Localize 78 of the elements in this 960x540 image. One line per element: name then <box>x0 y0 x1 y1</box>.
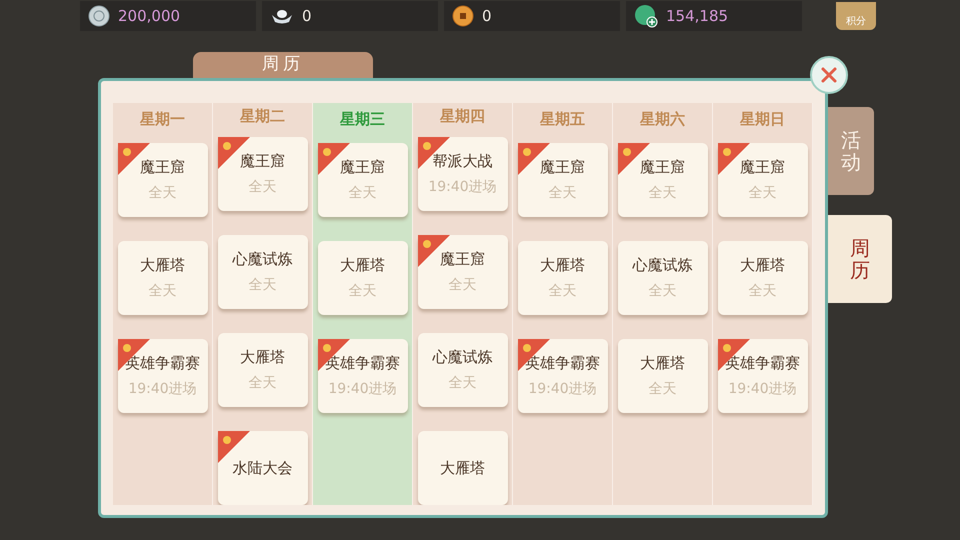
event-name: 大雁塔 <box>440 458 485 479</box>
jade-icon <box>634 4 658 28</box>
event-name: 魔王窟 <box>740 157 785 178</box>
event-time: 全天 <box>648 184 676 203</box>
currency-amount: 154,185 <box>666 6 728 27</box>
currency-amount: 0 <box>302 6 312 27</box>
event-time: 19:40进场 <box>328 380 397 399</box>
event-time: 全天 <box>348 282 376 301</box>
event-name: 魔王窟 <box>640 157 685 178</box>
event-time: 全天 <box>148 282 176 301</box>
day-header: 星期日 <box>740 108 785 130</box>
day-header: 星期六 <box>640 108 685 130</box>
event-card[interactable]: 心魔试炼 全天 <box>618 241 708 315</box>
event-card[interactable]: 大雁塔 <box>418 431 508 505</box>
event-name: 大雁塔 <box>240 347 285 368</box>
event-name: 魔王窟 <box>540 157 585 178</box>
event-card[interactable]: 大雁塔 全天 <box>218 333 308 407</box>
close-button[interactable] <box>810 56 848 94</box>
event-time: 全天 <box>748 282 776 301</box>
event-time: 全天 <box>248 178 276 197</box>
event-time: 19:40进场 <box>128 380 197 399</box>
event-time: 全天 <box>748 184 776 203</box>
event-card[interactable]: 魔王窟 全天 <box>118 143 208 217</box>
event-card[interactable]: 大雁塔 全天 <box>118 241 208 315</box>
day-header: 星期四 <box>440 106 485 127</box>
event-name: 魔王窟 <box>440 249 485 270</box>
event-card[interactable]: 大雁塔 全天 <box>718 241 808 315</box>
event-time: 19:40进场 <box>428 178 497 197</box>
event-name: 心魔试炼 <box>632 255 692 276</box>
event-name: 大雁塔 <box>340 255 385 276</box>
event-card[interactable]: 魔王窟 全天 <box>418 235 508 309</box>
event-time: 19:40进场 <box>728 380 797 399</box>
ingot-icon <box>270 7 294 25</box>
event-name: 大雁塔 <box>540 255 585 276</box>
event-name: 水陆大会 <box>232 458 292 479</box>
event-card[interactable]: 魔王窟 全天 <box>718 143 808 217</box>
event-time: 19:40进场 <box>528 380 597 399</box>
coin-icon <box>88 5 110 27</box>
event-time: 全天 <box>448 276 476 295</box>
day-header: 星期二 <box>240 106 285 127</box>
event-time: 全天 <box>248 276 276 295</box>
event-card[interactable]: 水陆大会 <box>218 431 308 505</box>
event-card[interactable]: 大雁塔 全天 <box>618 339 708 413</box>
event-time: 全天 <box>648 282 676 301</box>
event-name: 帮派大战 <box>432 151 492 172</box>
event-time: 全天 <box>348 184 376 203</box>
event-name: 大雁塔 <box>740 255 785 276</box>
event-time: 全天 <box>148 184 176 203</box>
event-card[interactable]: 帮派大战 19:40进场 <box>418 137 508 211</box>
event-card[interactable]: 魔王窟 全天 <box>518 143 608 217</box>
currency-amount: 200,000 <box>118 6 180 27</box>
event-card[interactable]: 心魔试炼 全天 <box>218 235 308 309</box>
day-header: 星期三 <box>340 108 385 130</box>
day-header: 星期一 <box>140 108 185 130</box>
event-time: 全天 <box>648 380 676 399</box>
coin-icon <box>452 5 474 27</box>
event-name: 魔王窟 <box>340 157 385 178</box>
event-time: 全天 <box>548 282 576 301</box>
event-name: 心魔试炼 <box>432 347 492 368</box>
event-time: 全天 <box>448 374 476 393</box>
event-card[interactable]: 魔王窟 全天 <box>618 143 708 217</box>
event-name: 大雁塔 <box>140 255 185 276</box>
event-name: 大雁塔 <box>640 353 685 374</box>
event-name: 魔王窟 <box>240 151 285 172</box>
panel-title: 周历 <box>193 52 373 78</box>
side-tab[interactable]: 周历 <box>828 215 892 303</box>
currency-amount: 0 <box>482 6 492 27</box>
event-time: 全天 <box>248 374 276 393</box>
day-header: 星期五 <box>540 108 585 130</box>
event-card[interactable]: 大雁塔 全天 <box>318 241 408 315</box>
event-name: 心魔试炼 <box>232 249 292 270</box>
event-name: 魔王窟 <box>140 157 185 178</box>
event-card[interactable]: 大雁塔 全天 <box>518 241 608 315</box>
event-card[interactable]: 魔王窟 全天 <box>218 137 308 211</box>
event-card[interactable]: 魔王窟 全天 <box>318 143 408 217</box>
event-card[interactable]: 心魔试炼 全天 <box>418 333 508 407</box>
event-time: 全天 <box>548 184 576 203</box>
close-icon <box>820 66 838 84</box>
